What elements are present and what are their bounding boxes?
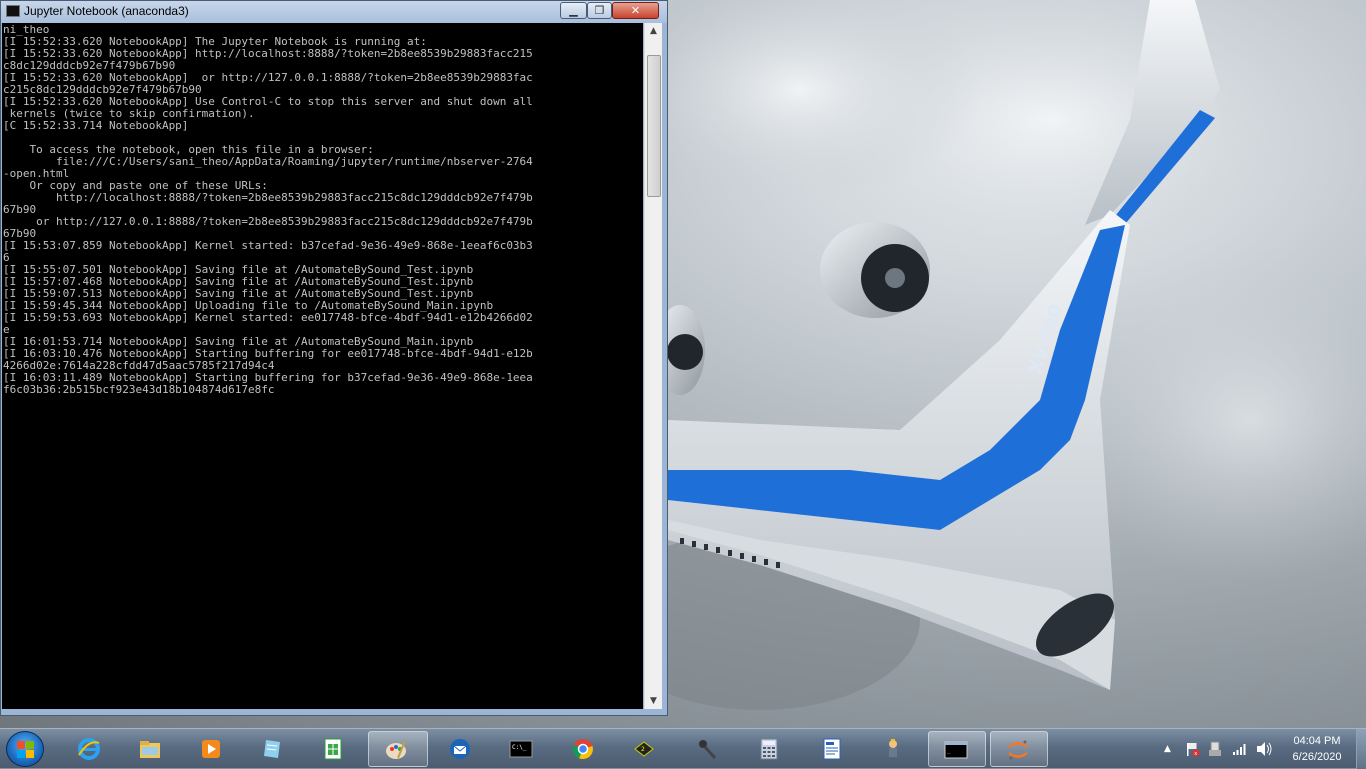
taskbar-thunderbird[interactable] xyxy=(433,731,487,767)
folder-icon xyxy=(140,741,160,758)
media-player-icon xyxy=(202,740,220,758)
taskbar-command-prompt[interactable]: C:\_ xyxy=(494,731,548,767)
window-bottom-border xyxy=(1,709,667,715)
console-window-icon: _ xyxy=(944,741,968,759)
console-line: f6c03b36:2b515bcf923e43d18b104874d617e8f… xyxy=(3,383,275,396)
svg-text:_: _ xyxy=(947,747,951,754)
console-line: [C 15:52:33.714 NotebookApp] xyxy=(3,119,189,132)
taskbar-calculator[interactable] xyxy=(742,731,796,767)
taskbar-inspector-tool[interactable] xyxy=(866,731,920,767)
taskbar-windows-explorer[interactable] xyxy=(123,731,177,767)
volume-speaker-icon[interactable] xyxy=(1256,741,1274,757)
console-log-text: ni_theo [I 15:52:33.620 NotebookApp] The… xyxy=(2,23,643,396)
console-window[interactable]: Jupyter Notebook (anaconda3) ▁ ❐ ✕ ni_th… xyxy=(0,0,668,716)
taskbar-paint[interactable] xyxy=(368,731,428,767)
window-titlebar[interactable]: Jupyter Notebook (anaconda3) ▁ ❐ ✕ xyxy=(1,1,667,23)
microphone-icon xyxy=(699,740,717,760)
console-line: http://localhost:8888/?token=2b8ee8539b2… xyxy=(3,191,533,204)
console-output[interactable]: ni_theo [I 15:52:33.620 NotebookApp] The… xyxy=(2,23,643,709)
console-line: [I 15:53:07.859 NotebookApp] Kernel star… xyxy=(3,239,533,252)
internet-explorer-icon xyxy=(78,738,100,760)
clock-date[interactable]: 6/26/2020 xyxy=(1282,751,1352,763)
svg-text:2: 2 xyxy=(641,746,645,753)
calculator-icon xyxy=(760,738,778,760)
console-line: [I 15:59:53.693 NotebookApp] Kernel star… xyxy=(3,311,533,324)
document-icon xyxy=(823,738,841,760)
start-button[interactable] xyxy=(6,731,44,767)
window-title: Jupyter Notebook (anaconda3) xyxy=(24,4,189,18)
console-line: file:///C:/Users/sani_theo/AppData/Roami… xyxy=(3,155,533,168)
vertical-scrollbar[interactable]: ▲ ▼ xyxy=(644,23,662,709)
taskbar-internet-explorer[interactable] xyxy=(62,731,116,767)
network-signal-icon[interactable] xyxy=(1232,742,1248,756)
show-desktop-button[interactable] xyxy=(1356,729,1366,769)
spreadsheet-icon xyxy=(324,738,342,760)
paint-palette-icon xyxy=(386,740,406,759)
chrome-icon xyxy=(572,739,593,760)
maximize-button[interactable]: ❐ xyxy=(587,2,612,19)
taskbar-spreadsheet[interactable] xyxy=(306,731,360,767)
svg-text:C:\_: C:\_ xyxy=(512,744,527,751)
minimize-button[interactable]: ▁ xyxy=(560,2,587,19)
action-center-flag-icon[interactable]: x xyxy=(1184,741,1200,757)
console-app-icon xyxy=(6,5,20,17)
taskbar-arduino[interactable]: 2 xyxy=(617,731,671,767)
windows-logo-icon xyxy=(17,741,25,749)
clock-time[interactable]: 04:04 PM xyxy=(1282,735,1352,747)
thunderbird-icon xyxy=(450,739,470,759)
show-hidden-icons-chevron-icon[interactable]: ▲ xyxy=(1164,744,1171,754)
taskbar: C:\_ 2 _ ▲ x 04:04 PM 6/26/2020 xyxy=(0,728,1366,769)
taskbar-jupyter[interactable] xyxy=(990,731,1048,767)
taskbar-notepad[interactable] xyxy=(245,731,299,767)
taskbar-document-editor[interactable] xyxy=(805,731,859,767)
jupyter-icon xyxy=(1008,740,1028,760)
taskbar-command-prompt-running[interactable]: _ xyxy=(928,731,986,767)
close-button[interactable]: ✕ xyxy=(612,2,659,19)
taskbar-media-player[interactable] xyxy=(184,731,238,767)
taskbar-microphone[interactable] xyxy=(680,731,734,767)
scroll-down-arrow-icon[interactable]: ▼ xyxy=(645,693,662,709)
taskbar-chrome[interactable] xyxy=(556,731,610,767)
chip-icon: 2 xyxy=(634,741,654,757)
usb-device-icon[interactable] xyxy=(1208,741,1222,757)
scroll-up-arrow-icon[interactable]: ▲ xyxy=(645,23,662,39)
svg-text:x: x xyxy=(1194,751,1197,757)
worker-icon xyxy=(889,739,897,757)
command-prompt-icon: C:\_ xyxy=(509,740,533,758)
notepad-icon xyxy=(264,740,280,758)
console-line: or http://127.0.0.1:8888/?token=2b8ee853… xyxy=(3,215,533,228)
scroll-thumb[interactable] xyxy=(647,55,661,197)
